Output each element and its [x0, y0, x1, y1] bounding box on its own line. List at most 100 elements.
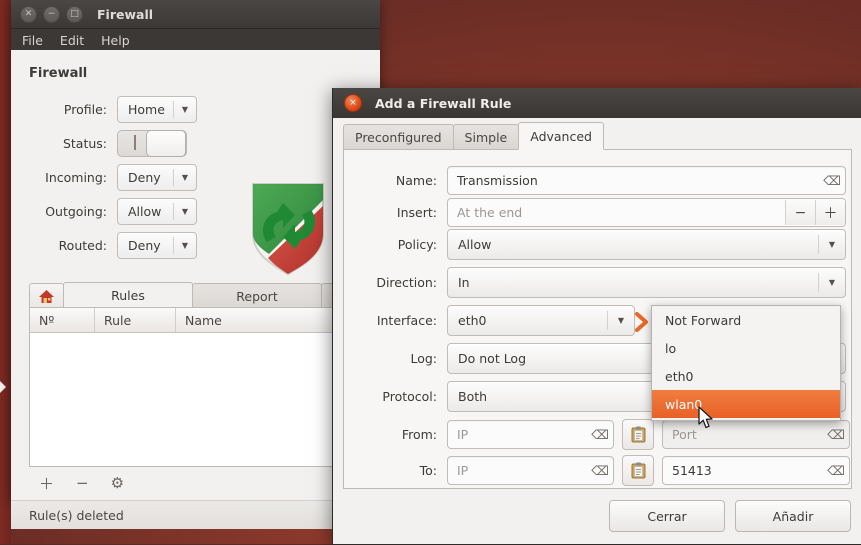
close-icon[interactable]: ✕ — [20, 5, 37, 23]
routed-label: Routed: — [58, 238, 107, 253]
menu-file[interactable]: File — [22, 33, 43, 48]
add-button[interactable]: Añadir — [735, 500, 851, 532]
chevron-down-icon: ▼ — [181, 173, 189, 182]
status-label: Status: — [62, 136, 107, 151]
name-label: Name: — [395, 173, 437, 188]
outgoing-value: Allow — [128, 204, 162, 219]
insert-row: Insert: At the end − ＋ — [344, 198, 851, 227]
remove-rule-icon[interactable]: − — [76, 474, 89, 492]
insert-stepper[interactable]: At the end − ＋ — [447, 198, 846, 227]
from-port-input[interactable]: Port ⌫ — [662, 420, 850, 449]
routed-combobox[interactable]: Deny ▼ — [117, 232, 197, 259]
interface-combobox[interactable]: eth0 ▼ — [447, 305, 635, 336]
name-input[interactable]: Transmission ⌫ — [447, 166, 846, 195]
clear-icon[interactable]: ⌫ — [819, 173, 845, 188]
direction-value: In — [458, 275, 470, 290]
profile-row: Profile: Home ▼ — [29, 96, 197, 123]
incoming-combobox[interactable]: Deny ▼ — [117, 164, 197, 191]
unity-launcher-strip — [0, 0, 11, 544]
chevron-down-icon: ▼ — [828, 278, 836, 287]
dropdown-item-not-forward[interactable]: Not Forward — [652, 306, 840, 334]
dropdown-item-wlan0[interactable]: wlan0 — [652, 390, 840, 418]
minimize-icon[interactable]: − — [43, 5, 60, 23]
edit-rule-icon[interactable]: ⚙ — [111, 474, 124, 492]
clear-icon[interactable]: ⌫ — [823, 463, 849, 478]
status-toggle-switch[interactable] — [117, 130, 187, 157]
firewall-main-window: ✕ − □ Firewall File Edit Help Firewall P… — [11, 0, 451, 529]
home-icon — [39, 289, 54, 303]
direction-row: Direction: In ▼ — [344, 267, 851, 298]
column-header-rule[interactable]: Rule — [95, 308, 176, 332]
policy-row: Policy: Allow ▼ — [344, 229, 851, 260]
clear-icon[interactable]: ⌫ — [587, 463, 613, 478]
interface-dropdown-menu[interactable]: Not Forward lo eth0 wlan0 — [651, 305, 841, 421]
to-port-value: 51413 — [672, 463, 712, 478]
from-ip-placeholder: IP — [457, 427, 469, 442]
insert-label: Insert: — [396, 205, 437, 220]
tab-report[interactable]: Report — [192, 283, 322, 308]
add-rule-icon[interactable]: ＋ — [39, 473, 54, 494]
tab-rules-label: Rules — [111, 288, 145, 303]
from-port-placeholder: Port — [672, 427, 697, 442]
from-paste-button[interactable] — [622, 419, 654, 450]
to-paste-button[interactable] — [622, 455, 654, 486]
profile-value: Home — [128, 102, 165, 117]
chevron-down-icon: ▼ — [828, 240, 836, 249]
interface-label: Interface: — [376, 313, 437, 328]
column-header-number[interactable]: Nº — [30, 308, 95, 332]
toggle-knob — [146, 130, 186, 157]
from-ip-input[interactable]: IP ⌫ — [447, 420, 614, 449]
to-port-input[interactable]: 51413 ⌫ — [662, 456, 850, 485]
to-label: To: — [419, 463, 437, 478]
direction-combobox[interactable]: In ▼ — [447, 267, 846, 298]
policy-label: Policy: — [397, 237, 437, 252]
dialog-close-icon[interactable]: × — [344, 94, 362, 112]
insert-decrement-button[interactable]: − — [785, 200, 815, 225]
tab-report-label: Report — [236, 288, 278, 304]
rules-table-body — [30, 333, 370, 466]
name-row: Name: Transmission ⌫ — [344, 166, 851, 195]
to-ip-input[interactable]: IP ⌫ — [447, 456, 614, 485]
close-button[interactable]: Cerrar — [609, 500, 725, 532]
dropdown-item-eth0[interactable]: eth0 — [652, 362, 840, 390]
mouse-cursor — [698, 406, 713, 429]
tab-home[interactable] — [29, 283, 64, 308]
tab-simple[interactable]: Simple — [452, 124, 520, 150]
maximize-icon[interactable]: □ — [66, 5, 83, 23]
chevron-down-icon: ▼ — [181, 241, 189, 250]
tab-advanced[interactable]: Advanced — [518, 122, 604, 150]
chevron-down-icon: ▼ — [181, 207, 189, 216]
dialog-titlebar: × Add a Firewall Rule — [333, 88, 861, 118]
tab-preconfigured[interactable]: Preconfigured — [343, 124, 454, 150]
chevron-right-icon — [635, 312, 648, 332]
chevron-down-icon: ▼ — [617, 316, 625, 325]
profile-label: Profile: — [63, 102, 107, 117]
insert-increment-button[interactable]: ＋ — [815, 200, 845, 225]
rules-table[interactable]: Nº Rule Name — [29, 307, 371, 467]
profile-combobox[interactable]: Home ▼ — [117, 96, 197, 123]
policy-combobox[interactable]: Allow ▼ — [447, 229, 846, 260]
incoming-row: Incoming: Deny ▼ — [29, 164, 197, 191]
tab-rules[interactable]: Rules — [63, 282, 193, 308]
dropdown-item-lo[interactable]: lo — [652, 334, 840, 362]
outgoing-combobox[interactable]: Allow ▼ — [117, 198, 197, 225]
routed-row: Routed: Deny ▼ — [29, 232, 197, 259]
log-label: Log: — [410, 351, 437, 366]
clear-icon[interactable]: ⌫ — [587, 427, 613, 442]
dialog-action-buttons: Cerrar Añadir — [609, 500, 851, 532]
tab-advanced-label: Advanced — [530, 128, 592, 144]
clear-icon[interactable]: ⌫ — [823, 427, 849, 442]
from-label: From: — [401, 427, 437, 442]
incoming-label: Incoming: — [45, 170, 107, 185]
rules-table-header: Nº Rule Name — [30, 308, 370, 333]
main-titlebar: ✕ − □ Firewall — [11, 0, 380, 29]
menubar: File Edit Help — [11, 29, 380, 51]
from-row: From: IP ⌫ Port ⌫ — [344, 419, 851, 450]
menu-edit[interactable]: Edit — [60, 33, 84, 48]
policy-value: Allow — [458, 237, 492, 252]
gufw-shield-icon — [252, 183, 324, 276]
menu-help[interactable]: Help — [101, 33, 130, 48]
tab-simple-label: Simple — [464, 129, 508, 145]
dialog-title: Add a Firewall Rule — [375, 95, 512, 111]
interface-value: eth0 — [458, 313, 487, 328]
